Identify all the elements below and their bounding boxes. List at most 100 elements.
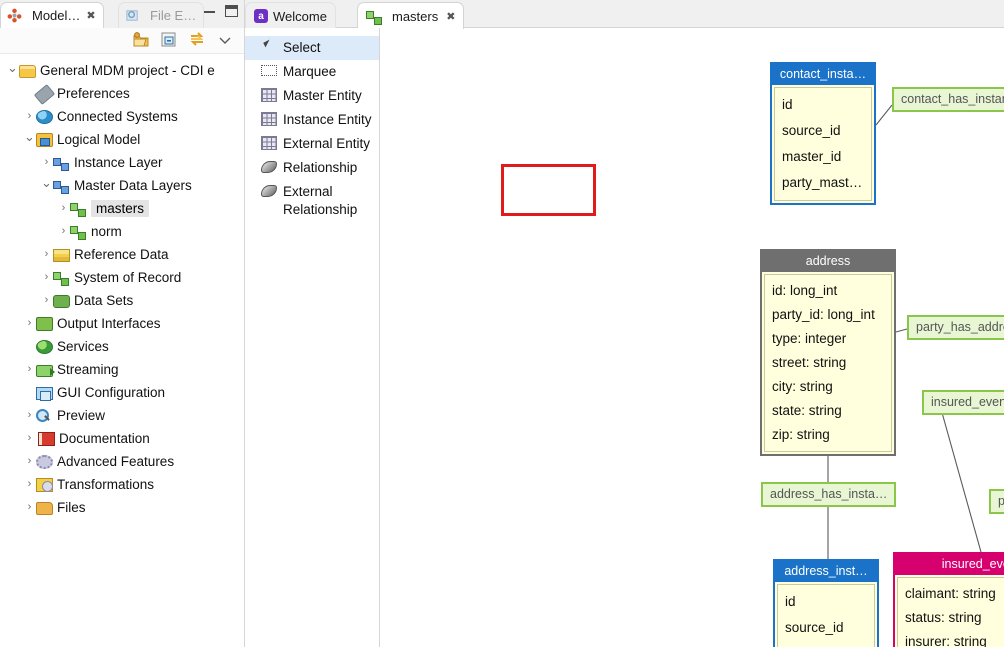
chevron-right-icon[interactable]: › xyxy=(40,249,53,260)
tree-item-instance-layer[interactable]: › Instance Layer xyxy=(0,151,244,174)
entity-attribute-list: idsource_idmaster_idparty_mast… xyxy=(774,87,872,201)
tree-item-preview[interactable]: ›Preview xyxy=(0,404,244,427)
search-icon xyxy=(36,409,53,423)
chevron-right-icon[interactable]: › xyxy=(23,111,36,122)
doc-icon xyxy=(38,432,55,446)
tab-masters-label: masters xyxy=(392,9,438,24)
palette-item-label: Select xyxy=(283,39,321,57)
entity-attribute: master_id xyxy=(782,144,865,170)
maximize-button[interactable] xyxy=(225,5,238,17)
entity-insured_event[interactable]: insured_eventclaimant: stringstatus: str… xyxy=(893,552,1004,647)
link-with-editor-icon[interactable] xyxy=(188,31,206,49)
chevron-right-icon[interactable]: › xyxy=(23,479,36,490)
net-icon xyxy=(70,203,87,216)
tree-item-services[interactable]: Services xyxy=(0,335,244,358)
services-icon xyxy=(36,340,53,354)
relationship-label-address_has_instance[interactable]: address_has_insta… xyxy=(761,482,896,507)
entity-attribute: party_id: long_int xyxy=(772,303,885,327)
relationship-label-insured_events[interactable]: insured_events xyxy=(922,390,1004,415)
palette-item-relationship[interactable]: Relationship xyxy=(245,156,379,180)
chevron-down-icon[interactable]: ⌄ xyxy=(6,61,19,74)
entity-contact_instance[interactable]: contact_insta…idsource_idmaster_idparty_… xyxy=(770,62,876,205)
relationship-label-contact_has_instance[interactable]: contact_has_instance xyxy=(892,87,1004,112)
palette-item-external-entity[interactable]: External Entity xyxy=(245,132,379,156)
tree-item-master-data-layers[interactable]: ⌄ Master Data Layers xyxy=(0,174,244,197)
tree-item-files[interactable]: ›Files xyxy=(0,496,244,519)
tree-item-reference-data[interactable]: ›Reference Data xyxy=(0,243,244,266)
entity-header: address xyxy=(762,251,894,272)
chevron-right-icon[interactable]: › xyxy=(23,502,36,513)
tree-item-advanced-features[interactable]: › Advanced Features xyxy=(0,450,244,473)
palette-item-label: Relationship xyxy=(283,159,357,177)
chevron-right-icon[interactable]: › xyxy=(23,318,36,329)
tree-item-label: masters xyxy=(91,200,149,217)
entity-grid-icon xyxy=(261,112,277,126)
tree-item-label: Advanced Features xyxy=(57,454,174,469)
chevron-right-icon[interactable]: › xyxy=(40,157,53,168)
tab-file-explorer[interactable]: File E… xyxy=(118,2,204,28)
palette-item-marquee[interactable]: Marquee xyxy=(245,60,379,84)
chevron-right-icon[interactable]: › xyxy=(23,433,36,444)
palette-item-label: External Entity xyxy=(283,135,370,153)
tree-item-label: GUI Configuration xyxy=(57,385,165,400)
minimize-button[interactable] xyxy=(204,10,215,13)
close-icon[interactable]: ✖ xyxy=(86,9,95,22)
chevron-right-icon[interactable]: › xyxy=(57,226,70,237)
palette-item-master-entity[interactable]: Master Entity xyxy=(245,84,379,108)
entity-attribute: status: string xyxy=(905,606,1004,630)
tree-item-general-mdm-project-cdi-e[interactable]: ⌄General MDM project - CDI e xyxy=(0,59,244,82)
relationship-label-party_has_address[interactable]: party_has_address xyxy=(907,315,1004,340)
gui-icon xyxy=(36,387,53,400)
chevron-right-icon[interactable]: › xyxy=(23,364,36,375)
diagram-canvas[interactable]: contact_insta…idsource_idmaster_idparty_… xyxy=(381,29,1004,647)
relationship-icon xyxy=(261,185,277,197)
tab-model-explorer[interactable]: Model… ✖ xyxy=(0,2,104,28)
entity-attribute: source_id xyxy=(782,118,865,144)
palette-item-external-relationship[interactable]: External Relationship xyxy=(245,180,379,222)
entity-address_instance[interactable]: address_inst…idsource_idparty_sour… xyxy=(773,559,879,647)
chevron-down-icon[interactable]: ⌄ xyxy=(23,130,36,143)
chevron-right-icon[interactable]: › xyxy=(23,456,36,467)
tree-item-streaming[interactable]: ›Streaming xyxy=(0,358,244,381)
entity-address[interactable]: addressid: long_intparty_id: long_inttyp… xyxy=(760,249,896,456)
tree-item-logical-model[interactable]: ⌄ Logical Model xyxy=(0,128,244,151)
entity-attribute: street: string xyxy=(772,351,885,375)
relationship-label-party_has_parent[interactable]: party_has_parent_… xyxy=(989,489,1004,514)
tree-item-documentation[interactable]: ›Documentation xyxy=(0,427,244,450)
stream-icon xyxy=(36,365,53,377)
trans-icon xyxy=(36,478,53,492)
tree-item-preferences[interactable]: Preferences xyxy=(0,82,244,105)
tree-item-label: Master Data Layers xyxy=(74,178,192,193)
tab-welcome[interactable]: a Welcome xyxy=(245,2,336,29)
tree-item-transformations[interactable]: ›Transformations xyxy=(0,473,244,496)
tree-item-label: Instance Layer xyxy=(74,155,163,170)
globe-icon xyxy=(36,110,53,124)
tree-item-masters[interactable]: › masters xyxy=(0,197,244,220)
chevron-right-icon[interactable]: › xyxy=(40,295,53,306)
collapse-all-icon[interactable] xyxy=(160,31,178,49)
model-explorer-tree[interactable]: ⌄General MDM project - CDI ePreferences›… xyxy=(0,56,244,647)
palette-item-label: Instance Entity xyxy=(283,111,372,129)
chevron-down-icon[interactable]: ⌄ xyxy=(40,176,53,189)
entity-attribute: party_sour… xyxy=(785,641,868,647)
chevron-right-icon[interactable]: › xyxy=(23,410,36,421)
tree-item-output-interfaces[interactable]: ›Output Interfaces xyxy=(0,312,244,335)
palette-item-instance-entity[interactable]: Instance Entity xyxy=(245,108,379,132)
tree-item-data-sets[interactable]: ›Data Sets xyxy=(0,289,244,312)
tree-item-system-of-record[interactable]: ›System of Record xyxy=(0,266,244,289)
chevron-right-icon[interactable]: › xyxy=(40,272,53,283)
tab-masters[interactable]: masters ✖ xyxy=(357,2,464,29)
tree-item-label: Services xyxy=(57,339,109,354)
tree-item-label: Logical Model xyxy=(57,132,140,147)
collapse-expand-folder-icon[interactable] xyxy=(132,31,150,49)
palette-item-select[interactable]: Select xyxy=(245,36,379,60)
close-icon[interactable]: ✖ xyxy=(446,10,455,23)
entity-grid-icon xyxy=(261,88,277,102)
entity-attribute: id: long_int xyxy=(772,279,885,303)
tree-item-gui-configuration[interactable]: GUI Configuration xyxy=(0,381,244,404)
tree-item-connected-systems[interactable]: ›Connected Systems xyxy=(0,105,244,128)
tree-item-norm[interactable]: ›norm xyxy=(0,220,244,243)
entity-attribute-list: id: long_intparty_id: long_inttype: inte… xyxy=(764,274,892,452)
chevron-right-icon[interactable]: › xyxy=(57,203,70,214)
view-menu-icon[interactable] xyxy=(216,31,234,49)
